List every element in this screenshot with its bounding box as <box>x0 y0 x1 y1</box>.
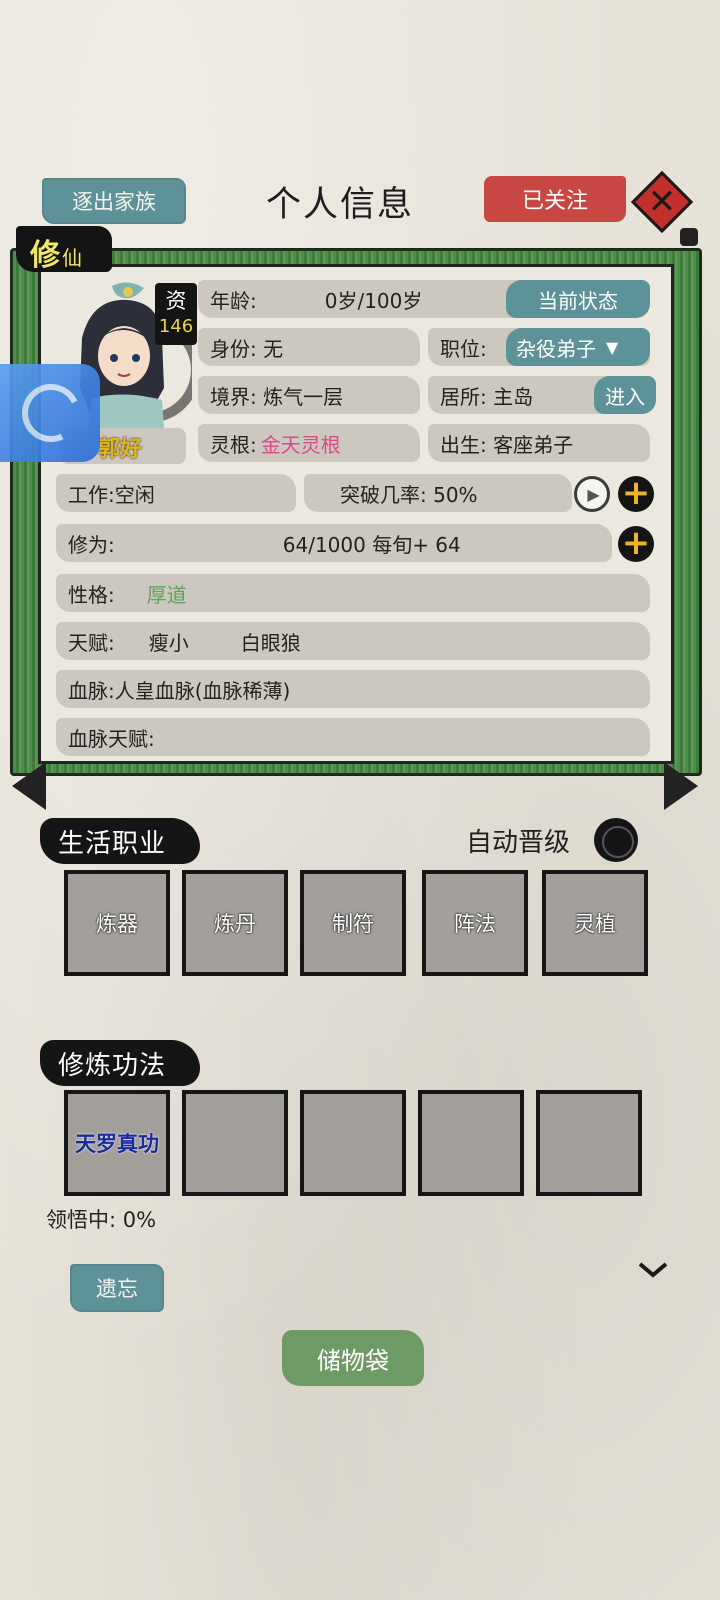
cultivation-label: 修为: <box>68 532 115 557</box>
qualification-tag: 资 146 <box>155 283 197 345</box>
job-slot-label: 炼器 <box>96 912 138 936</box>
work-row: 工作:空闲 <box>56 474 296 512</box>
spirit-root-row: 灵根: 金天灵根 <box>198 424 420 462</box>
enter-label: 进入 <box>605 384 645 409</box>
position-label: 职位: <box>440 336 487 361</box>
cultivation-value: 64/1000 每旬+ 64 <box>282 532 461 557</box>
realm-text: 境界: 炼气一层 <box>210 384 344 409</box>
badge-sub-char: 仙 <box>62 246 82 270</box>
character-name: 郭好 <box>98 437 143 462</box>
job-slot[interactable]: 灵植 <box>542 870 648 976</box>
job-slot[interactable]: 阵法 <box>422 870 528 976</box>
life-jobs-title: 生活职业 <box>58 828 167 859</box>
floating-assistant-icon[interactable] <box>0 364 100 462</box>
technique-slot[interactable]: 天罗真功 <box>64 1090 170 1196</box>
realm-row: 境界: 炼气一层 <box>198 376 420 414</box>
spirit-root-value: 金天灵根 <box>260 432 341 457</box>
technique-slot[interactable] <box>536 1090 642 1196</box>
expel-family-label: 逐出家族 <box>72 190 156 214</box>
chevron-down-icon: ▼ <box>606 337 619 357</box>
personality-label: 性格: <box>68 582 115 607</box>
techniques-title: 修炼功法 <box>58 1050 167 1081</box>
job-slot-label: 制符 <box>332 912 374 936</box>
job-slot-label: 阵法 <box>454 912 496 936</box>
breakthrough-video-button[interactable]: ▶ <box>574 476 610 512</box>
breakthrough-text: 突破几率: 50% <box>340 482 478 507</box>
talent-row: 天赋: 瘦小 白眼狼 <box>56 622 650 660</box>
badge-main-char: 修 <box>30 238 60 273</box>
job-slot-label: 灵植 <box>574 912 616 936</box>
comprehension-progress: 领悟中: 0% <box>46 1208 157 1232</box>
bloodline-talent-text: 血脉天赋: <box>68 726 155 751</box>
followed-button[interactable]: 已关注 <box>484 176 626 222</box>
technique-slot[interactable] <box>418 1090 524 1196</box>
technique-name: 天罗真功 <box>75 1132 159 1156</box>
bloodline-talent-row: 血脉天赋: <box>56 718 650 756</box>
chevron-down-icon[interactable] <box>638 1262 668 1278</box>
breakthrough-row: 突破几率: 50% <box>304 474 572 512</box>
breakthrough-plus-button[interactable]: + <box>618 476 654 512</box>
enter-button[interactable]: 进入 <box>594 376 656 414</box>
cultivation-row: 修为: 64/1000 每旬+ 64 <box>56 524 612 562</box>
talent-2: 白眼狼 <box>240 630 301 655</box>
life-jobs-header: 生活职业 <box>40 818 200 864</box>
age-label: 年龄: <box>210 288 257 313</box>
page-title: 个人信息 <box>265 185 414 225</box>
auto-upgrade-toggle[interactable] <box>594 818 638 862</box>
personality-row: 性格: 厚道 <box>56 574 650 612</box>
forget-button[interactable]: 遗忘 <box>70 1264 164 1312</box>
qualification-label: 资 <box>165 289 187 313</box>
job-slot-label: 炼丹 <box>214 912 256 936</box>
current-state-label: 当前状态 <box>538 288 618 313</box>
current-state-button[interactable]: 当前状态 <box>506 280 650 318</box>
cultivation-badge: 修 仙 <box>16 226 112 273</box>
age-value: 0岁/100岁 <box>324 288 423 313</box>
forget-label: 遗忘 <box>96 1277 138 1301</box>
identity-text: 身份: 无 <box>210 336 284 361</box>
birth-row: 出生: 客座弟子 <box>428 424 650 462</box>
prev-arrow-icon[interactable] <box>12 762 46 810</box>
frame-knob <box>680 228 698 246</box>
talent-1: 瘦小 <box>148 630 189 655</box>
auto-upgrade-label: 自动晋级 <box>466 828 571 858</box>
followed-label: 已关注 <box>521 189 588 214</box>
work-text: 工作:空闲 <box>68 482 155 507</box>
close-icon: ✕ <box>647 182 677 222</box>
job-slot[interactable]: 炼器 <box>64 870 170 976</box>
next-arrow-icon[interactable] <box>664 762 698 810</box>
technique-slot[interactable] <box>182 1090 288 1196</box>
storage-bag-label: 储物袋 <box>317 1346 389 1375</box>
play-icon: ▶ <box>587 484 600 504</box>
plus-icon: + <box>621 522 651 563</box>
plus-icon: + <box>621 472 651 513</box>
position-dropdown[interactable]: 杂役弟子 ▼ <box>506 328 650 366</box>
job-slot[interactable]: 制符 <box>300 870 406 976</box>
bloodline-row: 血脉:人皇血脉(血脉稀薄) <box>56 670 650 708</box>
birth-text: 出生: 客座弟子 <box>440 432 574 457</box>
identity-row: 身份: 无 <box>198 328 420 366</box>
personality-value: 厚道 <box>146 582 187 607</box>
residence-text: 居所: 主岛 <box>440 384 534 409</box>
expel-family-button[interactable]: 逐出家族 <box>42 178 186 224</box>
bloodline-text: 血脉:人皇血脉(血脉稀薄) <box>68 678 291 703</box>
position-value: 杂役弟子 <box>516 336 596 361</box>
qualification-value: 146 <box>158 316 194 337</box>
job-slot[interactable]: 炼丹 <box>182 870 288 976</box>
cultivation-plus-button[interactable]: + <box>618 526 654 562</box>
technique-slot[interactable] <box>300 1090 406 1196</box>
techniques-header: 修炼功法 <box>40 1040 200 1086</box>
spirit-root-label: 灵根: <box>210 432 257 457</box>
talent-label: 天赋: <box>68 630 115 655</box>
storage-bag-button[interactable]: 储物袋 <box>282 1330 424 1386</box>
